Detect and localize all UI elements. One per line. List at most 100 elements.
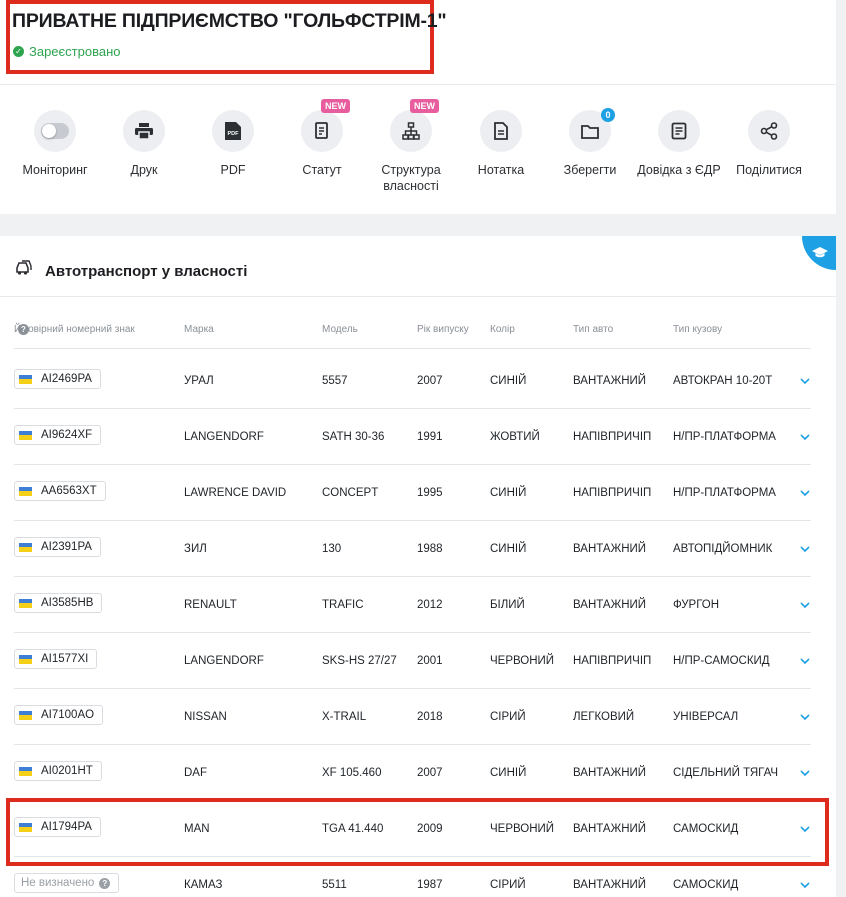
- share-icon: [748, 110, 790, 152]
- plate-badge: AI1577XI: [14, 649, 98, 669]
- section-title: Автотранспорт у власності: [45, 263, 248, 280]
- edr-certificate-button[interactable]: Довідка з ЄДР: [634, 110, 724, 178]
- plate-badge: AI2469PA: [14, 369, 101, 389]
- body-cell: АВТОКРАН 10-20Т: [673, 375, 773, 387]
- divider: [14, 348, 811, 349]
- plate-badge: AA6563XT: [14, 481, 106, 501]
- table-row[interactable]: AI2469PA УРАЛ 5557 2007 СИНІЙ ВАНТАЖНИЙ АВТОКР…: [0, 353, 836, 409]
- brand-cell: LANGENDORF: [184, 655, 264, 667]
- action-label: PDF: [220, 163, 246, 177]
- plate-number: Не визначено: [21, 877, 95, 889]
- hierarchy-icon: NEW: [390, 99, 439, 152]
- column-header-type: Тип авто: [573, 324, 614, 335]
- table-row[interactable]: AI1577XI LANGENDORF SKS-HS 27/27 2001 ЧЕРВОН…: [0, 633, 836, 689]
- model-cell: SATH 30-36: [322, 431, 385, 443]
- new-badge: NEW: [410, 99, 439, 113]
- type-cell: ЛЕГКОВИЙ: [573, 711, 635, 723]
- year-cell: 2012: [417, 599, 443, 611]
- plate-number: AI7100AO: [41, 709, 95, 721]
- print-button[interactable]: Друк: [99, 110, 189, 178]
- color-cell: БІЛИЙ: [490, 599, 525, 611]
- model-cell: 130: [322, 543, 342, 555]
- chevron-down-icon[interactable]: [799, 543, 811, 555]
- chevron-down-icon[interactable]: [799, 767, 811, 779]
- body-cell: Н/ПР-ПЛАТФОРМА: [673, 431, 776, 443]
- body-cell: Н/ПР-ПЛАТФОРМА: [673, 487, 776, 499]
- color-cell: СИНІЙ: [490, 375, 527, 387]
- brand-cell: УРАЛ: [184, 375, 214, 387]
- statute-button[interactable]: NEW Статут: [277, 99, 367, 178]
- note-icon: [480, 110, 522, 152]
- chevron-down-icon[interactable]: [799, 879, 811, 891]
- action-label: Нотатка: [477, 163, 525, 177]
- year-cell: 2001: [417, 655, 443, 667]
- column-header-brand: Марка: [184, 324, 214, 335]
- action-label: Зберегти: [563, 163, 617, 177]
- brand-cell: NISSAN: [184, 711, 227, 723]
- chevron-down-icon[interactable]: [799, 655, 811, 667]
- chevron-down-icon[interactable]: [799, 431, 811, 443]
- ukraine-flag-icon: [19, 654, 32, 664]
- body-cell: Н/ПР-САМОСКИД: [673, 655, 770, 667]
- ownership-structure-button[interactable]: NEW Структура власності: [366, 99, 456, 194]
- column-header-model: Модель: [322, 324, 358, 335]
- check-circle-icon: ✓: [13, 46, 24, 57]
- year-cell: 1991: [417, 431, 443, 443]
- body-cell: УНІВЕРСАЛ: [673, 711, 739, 723]
- body-cell: СІДЕЛЬНИЙ ТЯГАЧ: [673, 767, 779, 779]
- pdf-button[interactable]: PDF PDF: [188, 110, 278, 178]
- brand-cell: ЗИЛ: [184, 543, 207, 555]
- color-cell: СІРИЙ: [490, 711, 526, 723]
- chevron-down-icon[interactable]: [799, 375, 811, 387]
- chevron-down-icon[interactable]: [799, 599, 811, 611]
- note-button[interactable]: Нотатка: [456, 110, 546, 178]
- type-cell: ВАНТАЖНИЙ: [573, 375, 647, 387]
- plate-badge: AI9624XF: [14, 425, 102, 445]
- graduation-cap-icon[interactable]: [802, 236, 836, 270]
- year-cell: 2007: [417, 375, 443, 387]
- brand-cell: LANGENDORF: [184, 431, 264, 443]
- ukraine-flag-icon: [19, 374, 32, 384]
- color-cell: СИНІЙ: [490, 487, 527, 499]
- help-icon[interactable]: ?: [99, 877, 111, 889]
- type-cell: НАПІВПРИЧІП: [573, 655, 652, 667]
- action-label: Структура власності: [381, 163, 441, 193]
- help-icon[interactable]: ?: [18, 324, 29, 335]
- model-cell: SKS-HS 27/27: [322, 655, 397, 667]
- table-row[interactable]: AI7100AO NISSAN X-TRAIL 2018 СІРИЙ ЛЕГКОВИЙ УН…: [0, 689, 836, 745]
- plate-badge: AI0201HT: [14, 761, 102, 781]
- table-row[interactable]: AI2391PA ЗИЛ 130 1988 СИНІЙ ВАНТАЖНИЙ АВТОПІДЙ…: [0, 521, 836, 577]
- save-button[interactable]: 0 Зберегти: [545, 108, 635, 178]
- brand-cell: DAF: [184, 767, 207, 779]
- ukraine-flag-icon: [19, 598, 32, 608]
- column-header-color: Колір: [490, 324, 515, 335]
- table-row[interactable]: AI9624XF LANGENDORF SATH 30-36 1991 ЖОВТИЙ НА…: [0, 409, 836, 465]
- body-cell: ФУРГОН: [673, 599, 720, 611]
- count-badge: 0: [601, 108, 615, 122]
- ukraine-flag-icon: [19, 542, 32, 552]
- type-cell: НАПІВПРИЧІП: [573, 431, 652, 443]
- year-cell: 2007: [417, 767, 443, 779]
- ukraine-flag-icon: [19, 430, 32, 440]
- toggle-icon[interactable]: [34, 110, 76, 152]
- chevron-down-icon[interactable]: [799, 711, 811, 723]
- plate-badge: AI2391PA: [14, 537, 101, 557]
- table-row[interactable]: AI0201HT DAF XF 105.460 2007 СИНІЙ ВАНТАЖНИЙ С…: [0, 745, 836, 801]
- monitoring-button[interactable]: Моніторинг: [10, 110, 100, 178]
- year-cell: 1988: [417, 543, 443, 555]
- chevron-down-icon[interactable]: [799, 487, 811, 499]
- page-title: ПРИВАТНЕ ПІДПРИЄМСТВО "ГОЛЬФСТРІМ-1": [12, 10, 447, 32]
- action-label: Моніторинг: [22, 163, 88, 177]
- color-cell: ЖОВТИЙ: [490, 431, 540, 443]
- highlight-box-row: [6, 798, 829, 866]
- table-row[interactable]: AA6563XT LAWRENCE DAVID CONCEPT 1995 СИНІЙ НА…: [0, 465, 836, 521]
- plate-badge: AI7100AO: [14, 705, 104, 725]
- type-cell: НАПІВПРИЧІП: [573, 487, 652, 499]
- year-cell: 1995: [417, 487, 443, 499]
- table-row[interactable]: AI3585HB RENAULT TRAFIC 2012 БІЛИЙ ВАНТАЖНИЙ Ф…: [0, 577, 836, 633]
- ukraine-flag-icon: [19, 710, 32, 720]
- brand-cell: LAWRENCE DAVID: [184, 487, 287, 499]
- certificate-icon: [658, 110, 700, 152]
- share-button[interactable]: Поділитися: [724, 110, 814, 178]
- company-header: ПРИВАТНЕ ПІДПРИЄМСТВО "ГОЛЬФСТРІМ-1" ✓ З…: [0, 0, 836, 214]
